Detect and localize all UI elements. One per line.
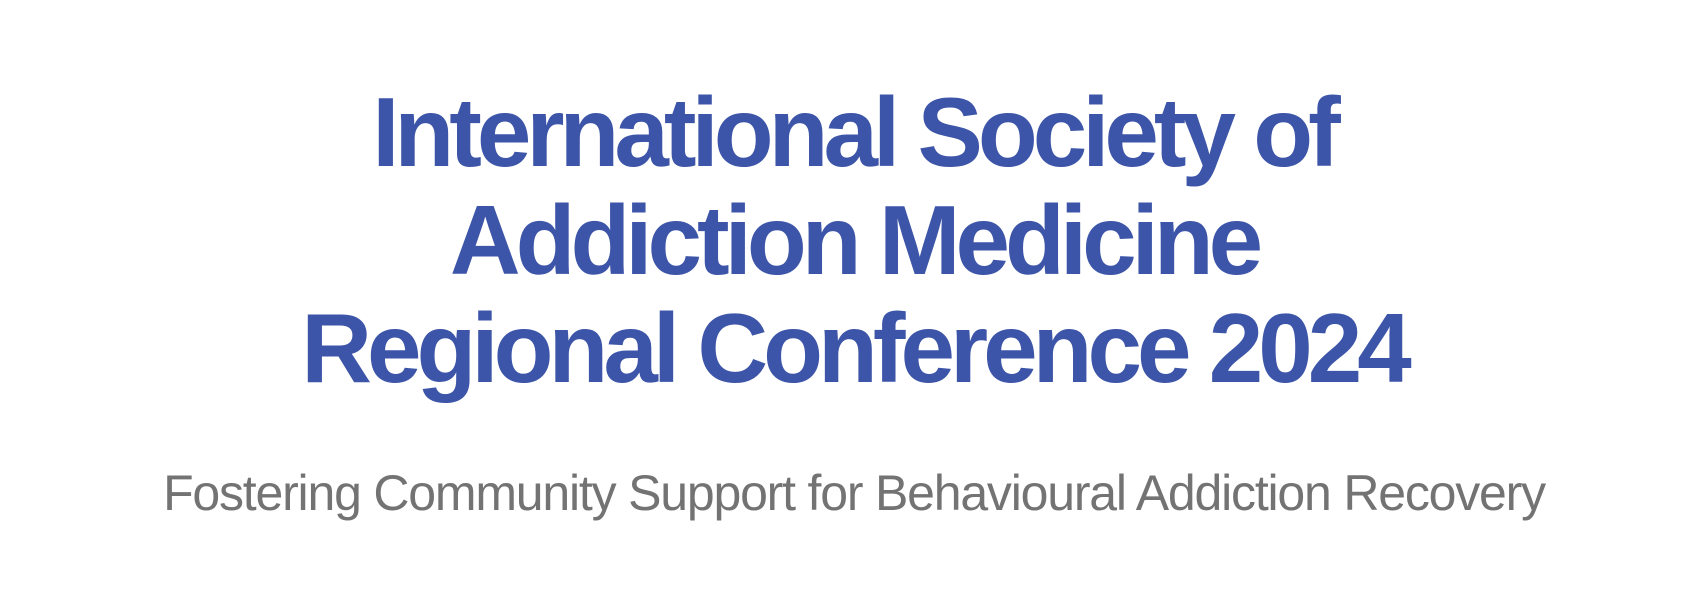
conference-header: International Society of Addiction Medic… xyxy=(0,0,1708,600)
title-line-1: International Society of xyxy=(372,77,1341,187)
title-line-2: Addiction Medicine xyxy=(449,185,1263,295)
title-line-3: Regional Conference 2024 xyxy=(301,293,1411,403)
conference-title: International Society of Addiction Medic… xyxy=(0,78,1708,402)
conference-subtitle: Fostering Community Support for Behaviou… xyxy=(163,465,1546,521)
